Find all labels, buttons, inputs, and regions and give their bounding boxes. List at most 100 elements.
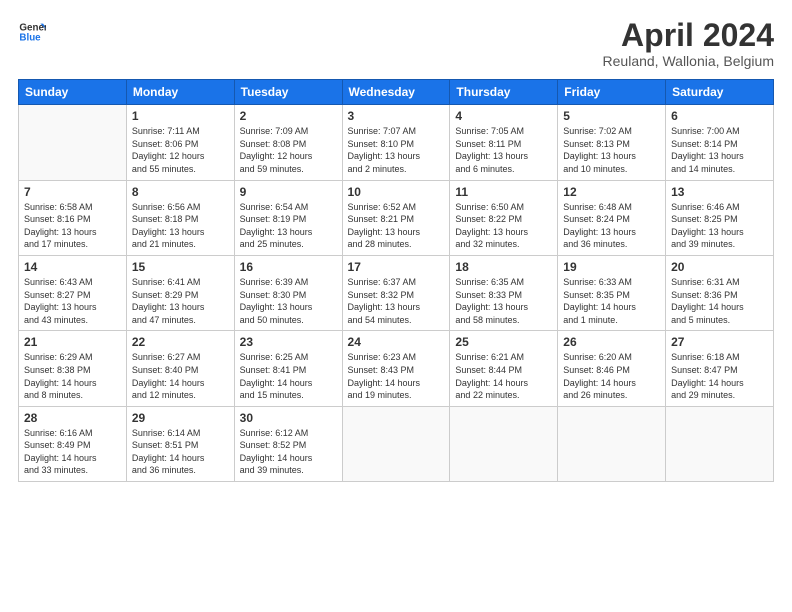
month-title: April 2024	[603, 18, 774, 53]
calendar-day-26: 26 Sunrise: 6:20 AM Sunset: 8:46 PM Dayli…	[558, 331, 666, 406]
day-info: Sunrise: 6:31 AM Sunset: 8:36 PM Dayligh…	[671, 276, 768, 326]
day-number: 29	[132, 411, 229, 425]
calendar-day-24: 24 Sunrise: 6:23 AM Sunset: 8:43 PM Dayli…	[342, 331, 450, 406]
calendar-day-empty	[342, 406, 450, 481]
calendar: SundayMondayTuesdayWednesdayThursdayFrid…	[18, 79, 774, 482]
day-number: 11	[455, 185, 552, 199]
day-info: Sunrise: 6:18 AM Sunset: 8:47 PM Dayligh…	[671, 351, 768, 401]
day-info: Sunrise: 6:52 AM Sunset: 8:21 PM Dayligh…	[348, 201, 445, 251]
day-info: Sunrise: 6:16 AM Sunset: 8:49 PM Dayligh…	[24, 427, 121, 477]
calendar-header-monday: Monday	[126, 80, 234, 105]
calendar-day-25: 25 Sunrise: 6:21 AM Sunset: 8:44 PM Dayli…	[450, 331, 558, 406]
calendar-day-18: 18 Sunrise: 6:35 AM Sunset: 8:33 PM Dayli…	[450, 255, 558, 330]
calendar-day-30: 30 Sunrise: 6:12 AM Sunset: 8:52 PM Dayli…	[234, 406, 342, 481]
day-number: 15	[132, 260, 229, 274]
day-info: Sunrise: 6:48 AM Sunset: 8:24 PM Dayligh…	[563, 201, 660, 251]
day-info: Sunrise: 6:33 AM Sunset: 8:35 PM Dayligh…	[563, 276, 660, 326]
calendar-day-12: 12 Sunrise: 6:48 AM Sunset: 8:24 PM Dayli…	[558, 180, 666, 255]
day-info: Sunrise: 7:00 AM Sunset: 8:14 PM Dayligh…	[671, 125, 768, 175]
day-number: 23	[240, 335, 337, 349]
day-number: 3	[348, 109, 445, 123]
day-number: 8	[132, 185, 229, 199]
day-number: 24	[348, 335, 445, 349]
calendar-day-empty	[19, 105, 127, 180]
day-info: Sunrise: 6:41 AM Sunset: 8:29 PM Dayligh…	[132, 276, 229, 326]
day-number: 26	[563, 335, 660, 349]
day-info: Sunrise: 6:46 AM Sunset: 8:25 PM Dayligh…	[671, 201, 768, 251]
calendar-week-5: 28 Sunrise: 6:16 AM Sunset: 8:49 PM Dayli…	[19, 406, 774, 481]
calendar-day-19: 19 Sunrise: 6:33 AM Sunset: 8:35 PM Dayli…	[558, 255, 666, 330]
day-number: 13	[671, 185, 768, 199]
day-number: 10	[348, 185, 445, 199]
calendar-header-thursday: Thursday	[450, 80, 558, 105]
day-number: 9	[240, 185, 337, 199]
day-number: 27	[671, 335, 768, 349]
calendar-day-2: 2Sunrise: 7:09 AM Sunset: 8:08 PM Daylig…	[234, 105, 342, 180]
calendar-week-2: 7Sunrise: 6:58 AM Sunset: 8:16 PM Daylig…	[19, 180, 774, 255]
day-info: Sunrise: 6:35 AM Sunset: 8:33 PM Dayligh…	[455, 276, 552, 326]
day-number: 14	[24, 260, 121, 274]
day-info: Sunrise: 6:23 AM Sunset: 8:43 PM Dayligh…	[348, 351, 445, 401]
calendar-day-empty	[450, 406, 558, 481]
calendar-day-28: 28 Sunrise: 6:16 AM Sunset: 8:49 PM Dayli…	[19, 406, 127, 481]
calendar-day-11: 11Sunrise: 6:50 AM Sunset: 8:22 PM Dayli…	[450, 180, 558, 255]
calendar-header-sunday: Sunday	[19, 80, 127, 105]
svg-text:Blue: Blue	[19, 32, 41, 43]
day-info: Sunrise: 6:43 AM Sunset: 8:27 PM Dayligh…	[24, 276, 121, 326]
calendar-day-14: 14 Sunrise: 6:43 AM Sunset: 8:27 PM Dayli…	[19, 255, 127, 330]
calendar-day-29: 29 Sunrise: 6:14 AM Sunset: 8:51 PM Dayli…	[126, 406, 234, 481]
day-number: 21	[24, 335, 121, 349]
day-number: 12	[563, 185, 660, 199]
calendar-day-empty	[666, 406, 774, 481]
calendar-header-row: SundayMondayTuesdayWednesdayThursdayFrid…	[19, 80, 774, 105]
calendar-day-4: 4Sunrise: 7:05 AM Sunset: 8:11 PM Daylig…	[450, 105, 558, 180]
header: General Blue April 2024 Reuland, Walloni…	[18, 18, 774, 69]
day-info: Sunrise: 7:11 AM Sunset: 8:06 PM Dayligh…	[132, 125, 229, 175]
calendar-day-27: 27 Sunrise: 6:18 AM Sunset: 8:47 PM Dayli…	[666, 331, 774, 406]
calendar-day-1: 1 Sunrise: 7:11 AM Sunset: 8:06 PM Daylig…	[126, 105, 234, 180]
calendar-week-1: 1 Sunrise: 7:11 AM Sunset: 8:06 PM Daylig…	[19, 105, 774, 180]
day-info: Sunrise: 6:14 AM Sunset: 8:51 PM Dayligh…	[132, 427, 229, 477]
day-info: Sunrise: 7:07 AM Sunset: 8:10 PM Dayligh…	[348, 125, 445, 175]
calendar-day-13: 13 Sunrise: 6:46 AM Sunset: 8:25 PM Dayli…	[666, 180, 774, 255]
day-number: 28	[24, 411, 121, 425]
calendar-day-16: 16 Sunrise: 6:39 AM Sunset: 8:30 PM Dayli…	[234, 255, 342, 330]
location: Reuland, Wallonia, Belgium	[603, 53, 774, 69]
calendar-header-wednesday: Wednesday	[342, 80, 450, 105]
calendar-day-9: 9 Sunrise: 6:54 AM Sunset: 8:19 PM Daylig…	[234, 180, 342, 255]
day-info: Sunrise: 6:27 AM Sunset: 8:40 PM Dayligh…	[132, 351, 229, 401]
day-number: 17	[348, 260, 445, 274]
title-block: April 2024 Reuland, Wallonia, Belgium	[603, 18, 774, 69]
calendar-day-23: 23 Sunrise: 6:25 AM Sunset: 8:41 PM Dayli…	[234, 331, 342, 406]
calendar-day-5: 5Sunrise: 7:02 AM Sunset: 8:13 PM Daylig…	[558, 105, 666, 180]
calendar-day-7: 7Sunrise: 6:58 AM Sunset: 8:16 PM Daylig…	[19, 180, 127, 255]
day-number: 22	[132, 335, 229, 349]
day-number: 25	[455, 335, 552, 349]
day-number: 7	[24, 185, 121, 199]
day-info: Sunrise: 7:05 AM Sunset: 8:11 PM Dayligh…	[455, 125, 552, 175]
calendar-week-4: 21 Sunrise: 6:29 AM Sunset: 8:38 PM Dayli…	[19, 331, 774, 406]
calendar-day-20: 20Sunrise: 6:31 AM Sunset: 8:36 PM Dayli…	[666, 255, 774, 330]
day-number: 19	[563, 260, 660, 274]
day-info: Sunrise: 7:09 AM Sunset: 8:08 PM Dayligh…	[240, 125, 337, 175]
calendar-day-3: 3 Sunrise: 7:07 AM Sunset: 8:10 PM Daylig…	[342, 105, 450, 180]
calendar-day-10: 10 Sunrise: 6:52 AM Sunset: 8:21 PM Dayli…	[342, 180, 450, 255]
calendar-day-22: 22 Sunrise: 6:27 AM Sunset: 8:40 PM Dayli…	[126, 331, 234, 406]
calendar-header-saturday: Saturday	[666, 80, 774, 105]
day-info: Sunrise: 6:39 AM Sunset: 8:30 PM Dayligh…	[240, 276, 337, 326]
day-number: 30	[240, 411, 337, 425]
day-number: 1	[132, 109, 229, 123]
day-number: 6	[671, 109, 768, 123]
day-info: Sunrise: 6:25 AM Sunset: 8:41 PM Dayligh…	[240, 351, 337, 401]
day-number: 16	[240, 260, 337, 274]
day-number: 18	[455, 260, 552, 274]
day-info: Sunrise: 6:29 AM Sunset: 8:38 PM Dayligh…	[24, 351, 121, 401]
calendar-day-15: 15 Sunrise: 6:41 AM Sunset: 8:29 PM Dayli…	[126, 255, 234, 330]
calendar-week-3: 14 Sunrise: 6:43 AM Sunset: 8:27 PM Dayli…	[19, 255, 774, 330]
day-info: Sunrise: 6:12 AM Sunset: 8:52 PM Dayligh…	[240, 427, 337, 477]
calendar-header-friday: Friday	[558, 80, 666, 105]
calendar-day-17: 17Sunrise: 6:37 AM Sunset: 8:32 PM Dayli…	[342, 255, 450, 330]
day-info: Sunrise: 6:20 AM Sunset: 8:46 PM Dayligh…	[563, 351, 660, 401]
day-info: Sunrise: 6:21 AM Sunset: 8:44 PM Dayligh…	[455, 351, 552, 401]
day-info: Sunrise: 6:54 AM Sunset: 8:19 PM Dayligh…	[240, 201, 337, 251]
